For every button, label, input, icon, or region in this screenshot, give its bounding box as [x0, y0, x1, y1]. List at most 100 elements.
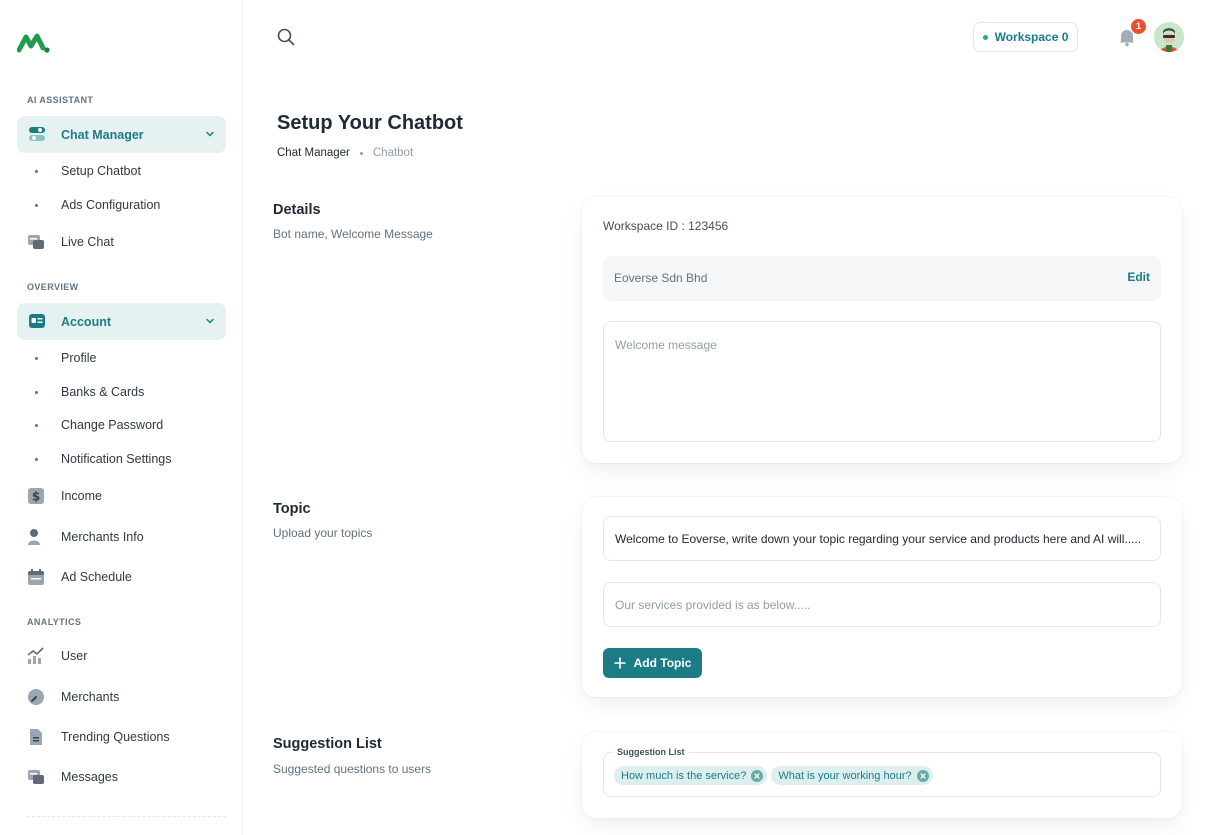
sidebar-subitem-label: Setup Chatbot: [61, 164, 141, 178]
toggle-icon: [29, 127, 45, 141]
sidebar-subitem-ads-configuration[interactable]: Ads Configuration: [0, 194, 243, 218]
suggestion-list-field[interactable]: Suggestion List How much is the service?…: [603, 747, 1161, 797]
calendar-icon: [28, 569, 44, 585]
add-topic-button[interactable]: Add Topic: [603, 648, 702, 678]
user-icon: [28, 529, 40, 545]
sidebar-item-label: Trending Questions: [61, 730, 170, 744]
topic-input-value: Welcome to Eoverse, write down your topi…: [615, 532, 1142, 546]
section-title-ai-assistant: AI ASSISTANT: [27, 95, 94, 105]
sidebar-subitem-profile[interactable]: Profile: [0, 347, 243, 371]
sidebar-item-chat-manager[interactable]: Chat Manager: [17, 116, 226, 153]
sidebar-item-merchants[interactable]: Merchants: [0, 682, 243, 712]
topic-section-title: Topic: [273, 501, 311, 517]
bullet-icon: [35, 357, 38, 360]
status-dot-icon: [982, 34, 988, 40]
sidebar-subitem-label: Notification Settings: [61, 452, 172, 466]
sidebar-item-income[interactable]: $ Income: [0, 481, 243, 511]
bot-name-value: Eoverse Sdn Bhd: [614, 271, 708, 285]
sidebar-divider: [27, 816, 226, 817]
suggestion-chip[interactable]: What is your working hour?: [771, 766, 933, 785]
sidebar-subitem-label: Change Password: [61, 418, 164, 432]
id-card-icon: [29, 314, 45, 328]
topic-input[interactable]: Welcome to Eoverse, write down your topi…: [603, 516, 1161, 561]
bullet-icon: [35, 170, 38, 173]
breadcrumb-current: Chatbot: [372, 147, 414, 159]
bullet-icon: [35, 391, 38, 394]
breadcrumb-separator-icon: [359, 151, 363, 155]
suggestion-list-legend: Suggestion List: [613, 747, 689, 757]
gauge-icon: [28, 689, 44, 705]
suggestion-section-title: Suggestion List: [273, 736, 382, 752]
topic-card: Welcome to Eoverse, write down your topi…: [582, 497, 1182, 697]
sidebar-subitem-label: Profile: [61, 351, 97, 365]
bullet-icon: [35, 424, 38, 427]
chat-icon: [28, 770, 44, 784]
page-title: Setup Your Chatbot: [277, 112, 463, 134]
avatar[interactable]: [1154, 22, 1184, 52]
avatar-illustration-icon: [1154, 22, 1184, 52]
welcome-message-textarea[interactable]: Welcome message: [603, 321, 1161, 442]
close-icon[interactable]: [751, 769, 764, 782]
suggestion-chip[interactable]: How much is the service?: [614, 766, 768, 785]
sidebar-item-live-chat[interactable]: Live Chat: [0, 227, 243, 257]
dollar-icon: $: [28, 488, 44, 504]
sidebar-subitem-label: Ads Configuration: [61, 198, 161, 212]
analytics-icon: [27, 647, 44, 664]
sidebar-item-label: Chat Manager: [61, 127, 144, 142]
add-topic-label: Add Topic: [633, 656, 692, 670]
bullet-icon: [35, 204, 38, 207]
svg-text:$: $: [32, 490, 40, 504]
close-icon[interactable]: [916, 769, 929, 782]
sidebar-item-label: Live Chat: [61, 235, 114, 249]
search-icon[interactable]: [277, 28, 295, 46]
chat-icon: [28, 235, 44, 249]
sidebar-item-label: Messages: [61, 770, 118, 784]
sidebar-item-ad-schedule[interactable]: Ad Schedule: [0, 562, 243, 592]
document-icon: [30, 729, 42, 745]
sidebar-item-trending-questions[interactable]: Trending Questions: [0, 722, 243, 752]
sidebar: AI ASSISTANT Chat Manager Setup Chatbot …: [0, 0, 243, 835]
sidebar-subitem-banks-cards[interactable]: Banks & Cards: [0, 381, 243, 405]
suggestion-chip-label: What is your working hour?: [778, 769, 912, 782]
workspace-label: Workspace 0: [994, 30, 1069, 44]
details-card: Workspace ID : 123456 Eoverse Sdn Bhd Ed…: [582, 197, 1182, 463]
sidebar-item-label: Account: [61, 314, 111, 329]
services-input-placeholder: Our services provided is as below.....: [615, 598, 811, 612]
topic-section-subtitle: Upload your topics: [273, 526, 373, 540]
suggestion-card: Suggestion List How much is the service?…: [582, 732, 1182, 818]
notification-badge: 1: [1130, 18, 1147, 35]
sidebar-item-label: Merchants Info: [61, 530, 144, 544]
workspace-id-text: Workspace ID : 123456: [603, 219, 729, 233]
edit-bot-name-button[interactable]: Edit: [1127, 270, 1150, 284]
sidebar-subitem-notification-settings[interactable]: Notification Settings: [0, 448, 243, 472]
section-title-analytics: ANALYTICS: [27, 617, 82, 627]
suggestion-section-subtitle: Suggested questions to users: [273, 762, 432, 776]
section-title-overview: OVERVIEW: [27, 282, 79, 292]
welcome-message-placeholder: Welcome message: [615, 338, 717, 352]
chevron-down-icon: [206, 318, 214, 324]
bot-name-field[interactable]: Eoverse Sdn Bhd Edit: [603, 256, 1161, 301]
details-section-subtitle: Bot name, Welcome Message: [273, 227, 433, 241]
services-input[interactable]: Our services provided is as below.....: [603, 582, 1161, 627]
sidebar-item-label: Merchants: [61, 690, 120, 704]
brand-logo-icon[interactable]: [17, 32, 51, 54]
breadcrumb-link-chat-manager[interactable]: Chat Manager: [277, 147, 350, 159]
breadcrumb: Chat Manager Chatbot: [277, 147, 413, 159]
sidebar-item-account[interactable]: Account: [17, 303, 226, 340]
sidebar-item-messages[interactable]: Messages: [0, 762, 243, 792]
sidebar-item-label: Ad Schedule: [61, 570, 132, 584]
bullet-icon: [35, 458, 38, 461]
sidebar-subitem-change-password[interactable]: Change Password: [0, 414, 243, 438]
sidebar-item-label: User: [61, 649, 88, 663]
sidebar-item-label: Income: [61, 489, 102, 503]
details-section-title: Details: [273, 202, 321, 218]
suggestion-chip-label: How much is the service?: [621, 769, 747, 782]
sidebar-item-user[interactable]: User: [0, 641, 243, 671]
sidebar-item-merchants-info[interactable]: Merchants Info: [0, 522, 243, 552]
plus-icon: [613, 657, 626, 669]
sidebar-subitem-setup-chatbot[interactable]: Setup Chatbot: [0, 160, 243, 184]
suggestion-chips: How much is the service? What is your wo…: [614, 766, 933, 785]
chevron-down-icon: [206, 131, 214, 137]
sidebar-subitem-label: Banks & Cards: [61, 385, 145, 399]
workspace-selector-button[interactable]: Workspace 0: [973, 22, 1078, 52]
